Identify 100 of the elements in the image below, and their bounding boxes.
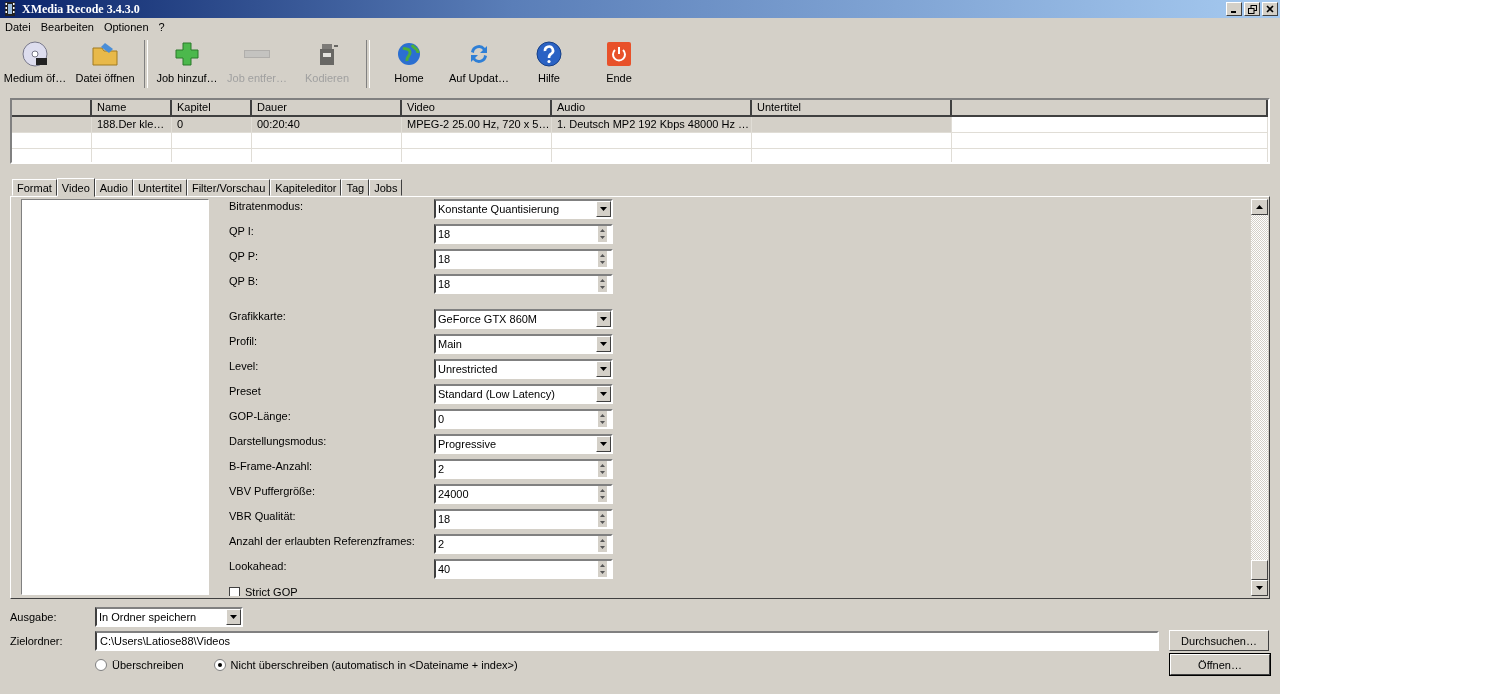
dropdown[interactable]: Progressive: [434, 434, 613, 454]
toolbar-button[interactable]: Auf Updat…: [444, 40, 514, 84]
checkbox-option[interactable]: Strict GOP: [229, 586, 1251, 596]
field-label: QP B:: [229, 274, 260, 287]
dropdown[interactable]: Standard (Low Latency): [434, 384, 613, 404]
dropdown[interactable]: GeForce GTX 860M: [434, 309, 613, 329]
column-header[interactable]: Video: [402, 100, 552, 117]
field-label: Preset: [229, 384, 262, 397]
field-label: Bitratenmodus:: [229, 199, 304, 212]
up-arrow-icon: [598, 251, 607, 259]
field-label: Zielordner:: [10, 634, 64, 647]
caret-icon: [600, 317, 607, 321]
table-cell: 188.Der kle…: [92, 117, 172, 133]
film-icon: [4, 2, 16, 16]
toolbar-button[interactable]: Ende: [584, 40, 654, 84]
down-arrow-icon: [598, 419, 607, 427]
field-label: QP I:: [229, 224, 255, 237]
table-cell: 1. Deutsch MP2 192 Kbps 48000 Hz …: [552, 117, 752, 133]
folder-icon: [91, 40, 119, 68]
plus-icon: [173, 40, 201, 68]
tab[interactable]: Filter/Vorschau: [186, 179, 271, 196]
toolbar-button[interactable]: Home: [374, 40, 444, 84]
caret-icon: [600, 342, 607, 346]
menu-item[interactable]: ?: [153, 21, 170, 33]
column-header[interactable]: [952, 100, 1268, 117]
field-label: Ausgabe:: [10, 611, 58, 623]
caret-icon: [230, 615, 237, 619]
window-title: XMedia Recode 3.4.3.0: [22, 1, 141, 17]
scrollbar[interactable]: [1251, 199, 1268, 596]
dropdown[interactable]: Unrestricted: [434, 359, 613, 379]
tab[interactable]: Audio: [94, 179, 133, 196]
field-label: Anzahl der erlaubten Referenzframes:: [229, 534, 416, 547]
spin-field[interactable]: 2: [434, 534, 613, 554]
spin-field[interactable]: 18: [434, 249, 613, 269]
globe-icon: [395, 40, 423, 68]
menu-item[interactable]: Optionen: [98, 21, 154, 33]
menu-item[interactable]: Bearbeiten: [35, 21, 99, 33]
spin-field[interactable]: 18: [434, 224, 613, 244]
field-label: Level:: [229, 359, 260, 372]
caret-icon: [600, 392, 607, 396]
tab[interactable]: Video: [56, 178, 95, 197]
up-arrow-icon: [598, 461, 607, 469]
open-button[interactable]: Öffnen…: [1170, 654, 1270, 675]
up-arrow-icon: [598, 411, 607, 419]
dropdown[interactable]: Main: [434, 334, 613, 354]
up-arrow-icon: [1256, 205, 1263, 209]
column-header[interactable]: Name: [92, 100, 172, 117]
restore-button[interactable]: [1244, 2, 1260, 16]
tab[interactable]: Kapiteleditor: [270, 179, 342, 196]
radio-option[interactable]: Nicht überschreiben (automatisch in <Dateiname + index>): [213, 658, 518, 671]
dropdown[interactable]: Konstante Quantisierung: [434, 199, 613, 219]
path-field[interactable]: C:\Users\Latiose88\Videos: [95, 630, 1159, 651]
table-cell: 00:20:40: [252, 117, 402, 133]
down-arrow-icon: [598, 519, 607, 527]
toolbar-button[interactable]: Job hinzuf…: [152, 40, 222, 84]
dropdown[interactable]: In Ordner speichern: [95, 607, 243, 627]
minus-icon: [244, 50, 270, 58]
table-cell: MPEG-2 25.00 Hz, 720 x 5…: [402, 117, 552, 133]
caret-icon: [600, 367, 607, 371]
spin-field[interactable]: 2: [434, 459, 613, 479]
up-arrow-icon: [598, 226, 607, 234]
close-button[interactable]: [1262, 2, 1278, 16]
toolbar-button[interactable]: Hilfe: [514, 40, 584, 84]
up-arrow-icon: [598, 486, 607, 494]
column-header[interactable]: Dauer: [252, 100, 402, 117]
spin-field[interactable]: 40: [434, 559, 613, 579]
column-header[interactable]: Untertitel: [752, 100, 952, 117]
minimize-button[interactable]: [1226, 2, 1242, 16]
help-icon: [535, 40, 563, 68]
field-label: VBV Puffergröße:: [229, 484, 316, 497]
toolbar-button[interactable]: Medium öf…: [0, 40, 70, 84]
column-header[interactable]: Kapitel: [172, 100, 252, 117]
field-label: QP P:: [229, 249, 260, 262]
browse-button[interactable]: Durchsuchen…: [1169, 630, 1269, 651]
spin-field[interactable]: 18: [434, 274, 613, 294]
menu-item[interactable]: Datei: [0, 21, 36, 33]
field-label: Profil:: [229, 334, 259, 347]
tab[interactable]: Format: [12, 179, 57, 196]
field-label: Lookahead:: [229, 559, 288, 572]
close-icon: [1266, 5, 1274, 13]
tab[interactable]: Tag: [341, 179, 370, 196]
spin-field[interactable]: 18: [434, 509, 613, 529]
column-header[interactable]: Audio: [552, 100, 752, 117]
scroll-thumb[interactable]: [1251, 560, 1268, 580]
up-arrow-icon: [598, 561, 607, 569]
column-header[interactable]: [12, 100, 92, 117]
field-label: VBR Qualität:: [229, 509, 297, 522]
tab[interactable]: Untertitel: [132, 179, 187, 196]
down-arrow-icon: [598, 284, 607, 292]
table-row[interactable]: 188.Der kle… 0 00:20:40 MPEG-2 25.00 Hz, 720 x 5… 1. Deutsch MP2 192 Kbps 48000 Hz …: [12, 117, 1268, 133]
spin-field[interactable]: 24000: [434, 484, 613, 504]
down-arrow-icon: [598, 544, 607, 552]
up-arrow-icon: [598, 276, 607, 284]
radio-option[interactable]: Überschreiben: [95, 658, 184, 671]
toolbar-button[interactable]: Datei öffnen: [70, 40, 140, 84]
down-arrow-icon: [1256, 586, 1263, 590]
tab[interactable]: Jobs: [369, 179, 403, 196]
field-label: B-Frame-Anzahl:: [229, 459, 314, 472]
down-arrow-icon: [598, 569, 607, 577]
spin-field[interactable]: 0: [434, 409, 613, 429]
